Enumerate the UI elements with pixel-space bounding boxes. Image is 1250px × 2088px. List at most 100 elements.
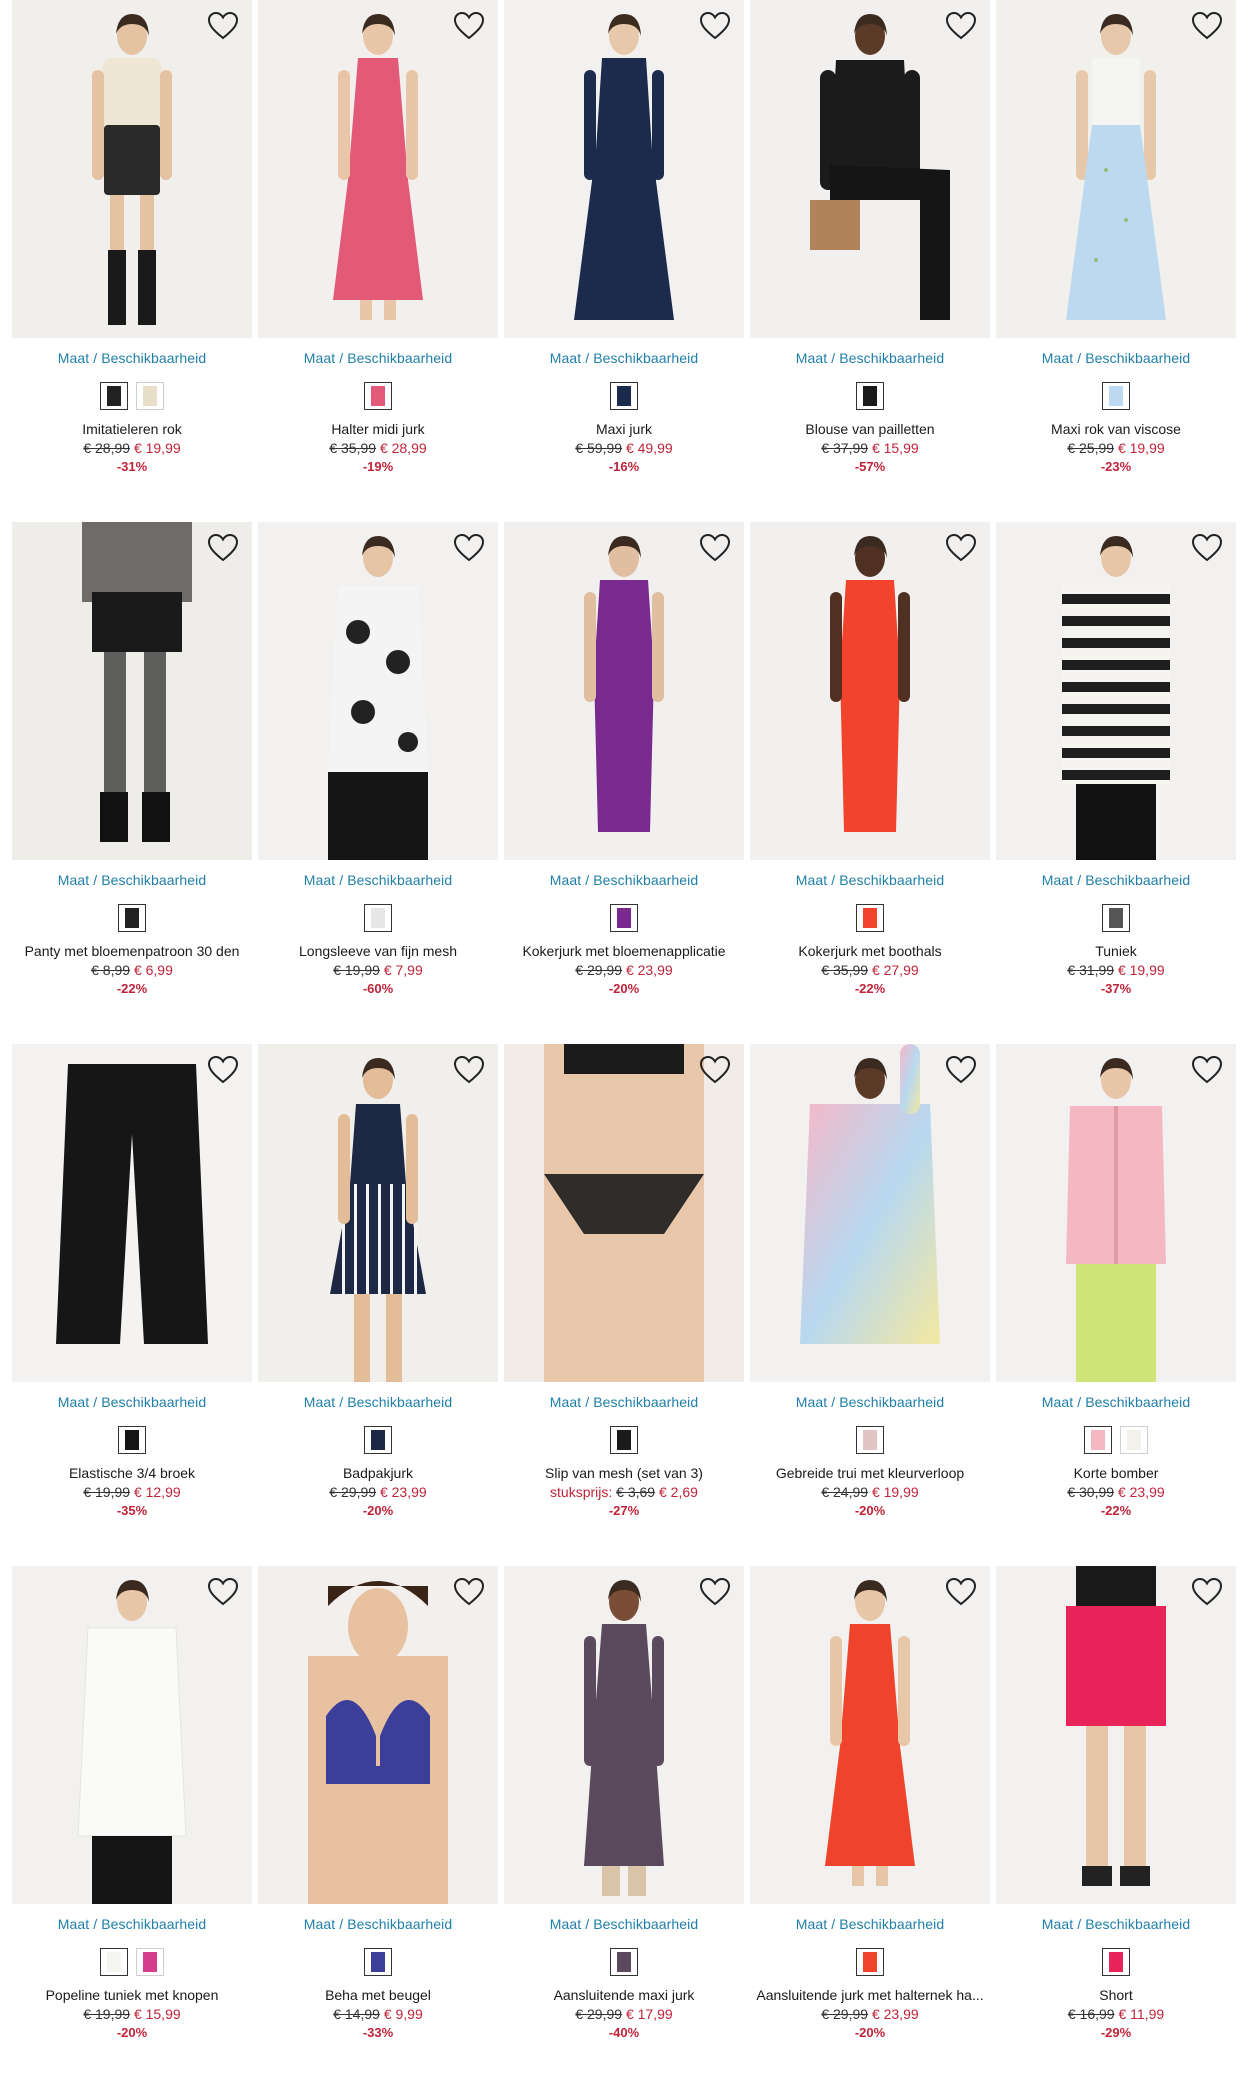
size-availability-link[interactable]: Maat / Beschikbaarheid (12, 872, 252, 888)
color-swatch[interactable] (1102, 382, 1130, 410)
wishlist-heart-icon[interactable] (452, 531, 486, 565)
wishlist-heart-icon[interactable] (206, 1575, 240, 1609)
color-swatch[interactable] (364, 904, 392, 932)
size-availability-link[interactable]: Maat / Beschikbaarheid (258, 1394, 498, 1410)
wishlist-heart-icon[interactable] (698, 531, 732, 565)
product-card[interactable]: Maat / Beschikbaarheid Halter midi jurk … (258, 0, 498, 522)
wishlist-heart-icon[interactable] (206, 9, 240, 43)
product-card[interactable]: Maat / Beschikbaarheid Korte bomber € 30… (996, 1044, 1236, 1566)
size-availability-link[interactable]: Maat / Beschikbaarheid (12, 350, 252, 366)
wishlist-heart-icon[interactable] (452, 1053, 486, 1087)
color-swatch[interactable] (1120, 1426, 1148, 1454)
product-name[interactable]: Beha met beugel (258, 1987, 498, 2003)
color-swatch[interactable] (364, 1426, 392, 1454)
wishlist-heart-icon[interactable] (206, 1053, 240, 1087)
wishlist-heart-icon[interactable] (944, 1053, 978, 1087)
wishlist-heart-icon[interactable] (452, 9, 486, 43)
product-image[interactable] (258, 522, 498, 860)
product-name[interactable]: Maxi rok van viscose (996, 421, 1236, 437)
product-name[interactable]: Imitatieleren rok (12, 421, 252, 437)
wishlist-heart-icon[interactable] (1190, 1575, 1224, 1609)
color-swatch[interactable] (610, 904, 638, 932)
product-image[interactable] (750, 522, 990, 860)
product-name[interactable]: Short (996, 1987, 1236, 2003)
product-image[interactable] (996, 1044, 1236, 1382)
product-name[interactable]: Gebreide trui met kleurverloop (750, 1465, 990, 1481)
product-card[interactable]: Maat / Beschikbaarheid Aansluitende maxi… (504, 1566, 744, 2088)
product-name[interactable]: Kokerjurk met bloemenapplicatie (504, 943, 744, 959)
product-name[interactable]: Tuniek (996, 943, 1236, 959)
color-swatch[interactable] (856, 904, 884, 932)
product-image[interactable] (996, 522, 1236, 860)
product-card[interactable]: Maat / Beschikbaarheid Maxi jurk € 59,99… (504, 0, 744, 522)
product-name[interactable]: Elastische 3/4 broek (12, 1465, 252, 1481)
product-card[interactable]: Maat / Beschikbaarheid Kokerjurk met boo… (750, 522, 990, 1044)
size-availability-link[interactable]: Maat / Beschikbaarheid (12, 1394, 252, 1410)
color-swatch[interactable] (856, 1426, 884, 1454)
product-name[interactable]: Aansluitende jurk met halternek ha... (750, 1987, 990, 2003)
color-swatch[interactable] (136, 382, 164, 410)
product-card[interactable]: Maat / Beschikbaarheid Maxi rok van visc… (996, 0, 1236, 522)
product-image[interactable] (12, 1566, 252, 1904)
product-image[interactable] (750, 1044, 990, 1382)
product-card[interactable]: Maat / Beschikbaarheid Elastische 3/4 br… (12, 1044, 252, 1566)
product-image[interactable] (504, 1566, 744, 1904)
product-card[interactable]: Maat / Beschikbaarheid Short € 16,99 € 1… (996, 1566, 1236, 2088)
wishlist-heart-icon[interactable] (1190, 531, 1224, 565)
product-image[interactable] (750, 0, 990, 338)
product-image[interactable] (996, 1566, 1236, 1904)
size-availability-link[interactable]: Maat / Beschikbaarheid (996, 1916, 1236, 1932)
color-swatch[interactable] (610, 382, 638, 410)
product-image[interactable] (504, 522, 744, 860)
color-swatch[interactable] (100, 382, 128, 410)
product-card[interactable]: Maat / Beschikbaarheid Beha met beugel €… (258, 1566, 498, 2088)
product-name[interactable]: Maxi jurk (504, 421, 744, 437)
product-card[interactable]: Maat / Beschikbaarheid Kokerjurk met blo… (504, 522, 744, 1044)
product-name[interactable]: Aansluitende maxi jurk (504, 1987, 744, 2003)
color-swatch[interactable] (100, 1948, 128, 1976)
wishlist-heart-icon[interactable] (698, 1053, 732, 1087)
wishlist-heart-icon[interactable] (1190, 9, 1224, 43)
color-swatch[interactable] (136, 1948, 164, 1976)
color-swatch[interactable] (1102, 1948, 1130, 1976)
product-card[interactable]: Maat / Beschikbaarheid Imitatieleren rok… (12, 0, 252, 522)
size-availability-link[interactable]: Maat / Beschikbaarheid (258, 350, 498, 366)
size-availability-link[interactable]: Maat / Beschikbaarheid (750, 1394, 990, 1410)
product-image[interactable] (12, 1044, 252, 1382)
product-image[interactable] (258, 1044, 498, 1382)
color-swatch[interactable] (118, 904, 146, 932)
product-image[interactable] (258, 0, 498, 338)
color-swatch[interactable] (610, 1426, 638, 1454)
size-availability-link[interactable]: Maat / Beschikbaarheid (996, 350, 1236, 366)
product-image[interactable] (12, 522, 252, 860)
product-name[interactable]: Popeline tuniek met knopen (12, 1987, 252, 2003)
size-availability-link[interactable]: Maat / Beschikbaarheid (504, 872, 744, 888)
product-name[interactable]: Slip van mesh (set van 3) (504, 1465, 744, 1481)
wishlist-heart-icon[interactable] (206, 531, 240, 565)
size-availability-link[interactable]: Maat / Beschikbaarheid (504, 350, 744, 366)
color-swatch[interactable] (364, 1948, 392, 1976)
wishlist-heart-icon[interactable] (698, 1575, 732, 1609)
product-card[interactable]: Maat / Beschikbaarheid Panty met bloemen… (12, 522, 252, 1044)
size-availability-link[interactable]: Maat / Beschikbaarheid (258, 872, 498, 888)
wishlist-heart-icon[interactable] (698, 9, 732, 43)
color-swatch[interactable] (118, 1426, 146, 1454)
product-name[interactable]: Panty met bloemenpatroon 30 den (12, 943, 252, 959)
wishlist-heart-icon[interactable] (1190, 1053, 1224, 1087)
product-card[interactable]: Maat / Beschikbaarheid Popeline tuniek m… (12, 1566, 252, 2088)
color-swatch[interactable] (856, 1948, 884, 1976)
product-image[interactable] (258, 1566, 498, 1904)
size-availability-link[interactable]: Maat / Beschikbaarheid (750, 350, 990, 366)
product-name[interactable]: Longsleeve van fijn mesh (258, 943, 498, 959)
product-image[interactable] (750, 1566, 990, 1904)
color-swatch[interactable] (1084, 1426, 1112, 1454)
product-card[interactable]: Maat / Beschikbaarheid Badpakjurk € 29,9… (258, 1044, 498, 1566)
size-availability-link[interactable]: Maat / Beschikbaarheid (996, 872, 1236, 888)
wishlist-heart-icon[interactable] (452, 1575, 486, 1609)
size-availability-link[interactable]: Maat / Beschikbaarheid (258, 1916, 498, 1932)
product-card[interactable]: Maat / Beschikbaarheid Blouse van paille… (750, 0, 990, 522)
product-name[interactable]: Kokerjurk met boothals (750, 943, 990, 959)
product-name[interactable]: Badpakjurk (258, 1465, 498, 1481)
product-name[interactable]: Korte bomber (996, 1465, 1236, 1481)
size-availability-link[interactable]: Maat / Beschikbaarheid (504, 1916, 744, 1932)
